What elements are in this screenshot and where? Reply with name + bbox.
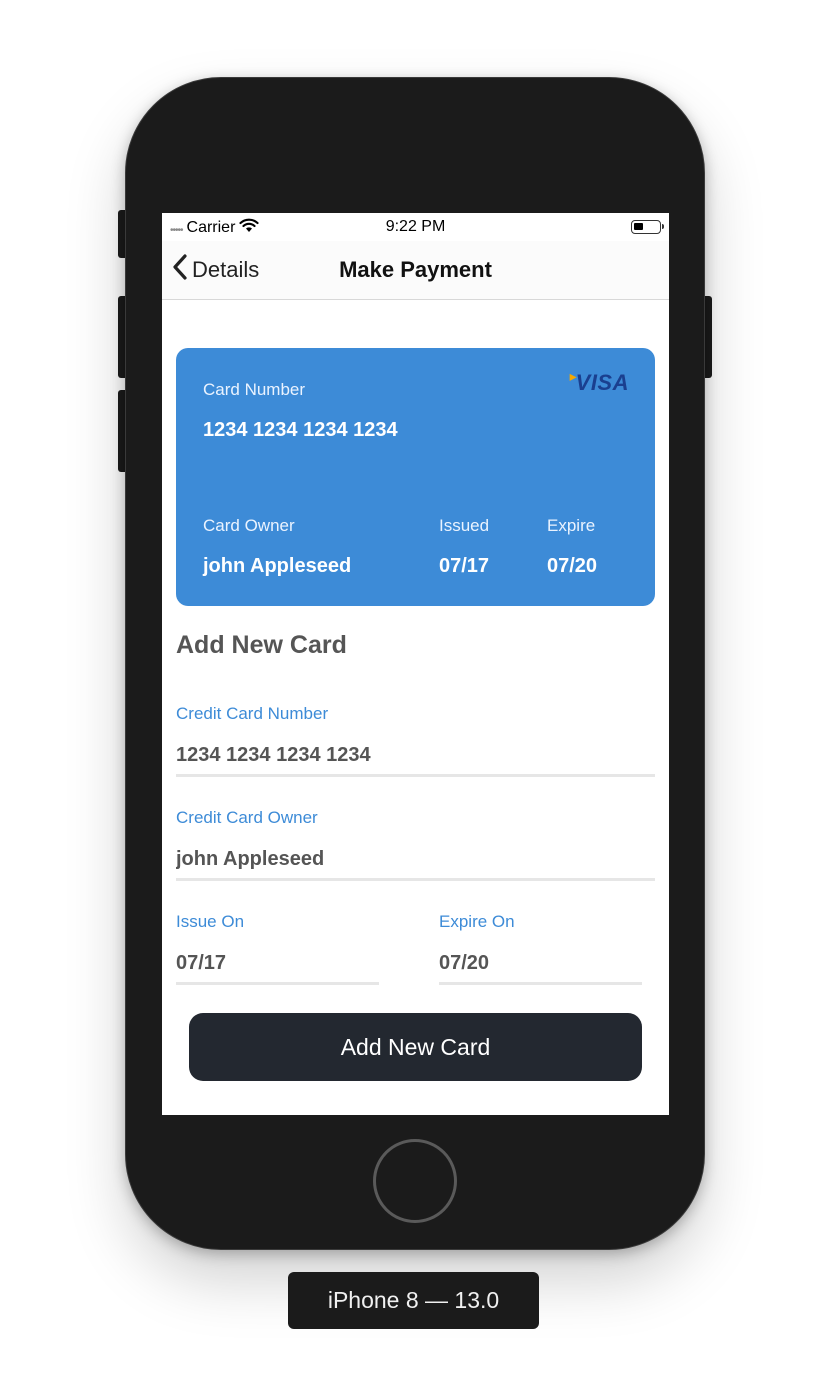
navigation-bar: Details Make Payment [162, 241, 669, 300]
card-number-underline [176, 774, 655, 777]
card-owner-underline [176, 878, 655, 881]
add-card-heading: Add New Card [176, 631, 347, 659]
phone-screen: ••••• Carrier 9:22 PM Details Make Payme… [162, 213, 669, 1115]
battery-level [634, 223, 643, 230]
card-issued-value: 07/17 [439, 555, 490, 577]
add-new-card-button[interactable]: Add New Card [189, 1013, 642, 1081]
card-expire-value: 07/20 [547, 555, 598, 577]
visa-logo: ▸ VISA [570, 368, 629, 396]
issue-on-field[interactable] [176, 949, 379, 977]
card-owner-field[interactable] [176, 845, 655, 873]
device-label: iPhone 8 — 13.0 [288, 1272, 539, 1329]
expire-on-underline [439, 982, 642, 985]
status-time: 9:22 PM [385, 218, 446, 235]
issue-on-field-label: Issue On [176, 912, 245, 931]
home-button[interactable] [373, 1139, 457, 1223]
card-number-value: 1234 1234 1234 1234 [203, 419, 398, 441]
expire-on-field[interactable] [439, 949, 642, 977]
card-brand: VISA [575, 370, 629, 395]
page-title: Make Payment [339, 257, 492, 282]
issue-on-underline [176, 982, 379, 985]
card-number-field[interactable] [176, 741, 655, 769]
visa-flash-icon: ▸ [569, 368, 578, 384]
card-number-label: Card Number [203, 380, 306, 399]
credit-card-preview: ▸ VISA Card Number 1234 1234 1234 1234 C… [176, 348, 655, 606]
expire-on-field-label: Expire On [439, 912, 515, 931]
card-number-field-label: Credit Card Number [176, 704, 329, 723]
card-owner-value: john Appleseed [203, 555, 352, 577]
card-expire-label: Expire [547, 516, 596, 535]
battery-icon [631, 220, 664, 234]
card-owner-label: Card Owner [203, 516, 295, 535]
card-owner-field-label: Credit Card Owner [176, 808, 318, 827]
simulator-stage: ••••• Carrier 9:22 PM Details Make Payme… [0, 0, 830, 1400]
status-bar: ••••• Carrier 9:22 PM [162, 213, 669, 241]
card-issued-label: Issued [439, 516, 490, 535]
